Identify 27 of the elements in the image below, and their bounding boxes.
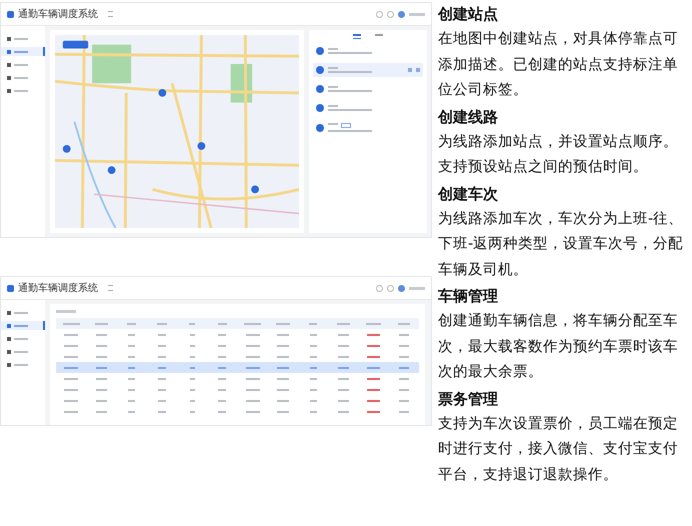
section-text: 为线路添加站点，并设置站点顺序。支持预设站点之间的预估时间。 xyxy=(438,132,679,177)
app-name: 通勤车辆调度系统 xyxy=(18,282,98,295)
table-row[interactable] xyxy=(56,362,419,373)
section-text: 支持为车次设置票价，员工端在预定时进行支付，接入微信、支付宝支付平台，支持退订退款操作。 xyxy=(438,414,679,484)
section-text: 在地图中创建站点，对具体停靠点可添加描述。已创建的站点支持标注单位公司标签。 xyxy=(438,30,679,100)
menu-icon[interactable] xyxy=(108,285,113,291)
blurred-text xyxy=(56,310,76,313)
section-text: 为线路添加车次，车次分为上班-往、下班-返两种类型，设置车次号，分配车辆及司机。 xyxy=(438,210,684,280)
blurred-text xyxy=(409,286,425,290)
menu-icon[interactable] xyxy=(108,11,113,17)
tab[interactable] xyxy=(353,34,361,39)
sidebar-item[interactable] xyxy=(1,321,45,330)
logo-icon xyxy=(7,10,14,18)
section-heading: 创建站点 xyxy=(438,4,499,25)
avatar-icon[interactable] xyxy=(398,10,405,18)
sidebar-item[interactable] xyxy=(1,47,45,56)
section-text: 创建通勤车辆信息，将车辆分配至车次，最大载客数作为预约车票时该车次的最大余票。 xyxy=(438,312,679,382)
logo-icon xyxy=(7,284,14,292)
blurred-text xyxy=(409,12,425,16)
station-item[interactable] xyxy=(313,63,423,77)
section-heading: 创建线路 xyxy=(438,106,499,128)
section-heading: 票务管理 xyxy=(438,388,499,410)
app-name: 通勤车辆调度系统 xyxy=(18,8,98,21)
tab[interactable] xyxy=(375,34,383,39)
section-heading: 创建车次 xyxy=(438,184,499,204)
avatar-icon[interactable] xyxy=(398,284,405,292)
section-heading: 车辆管理 xyxy=(438,286,499,307)
